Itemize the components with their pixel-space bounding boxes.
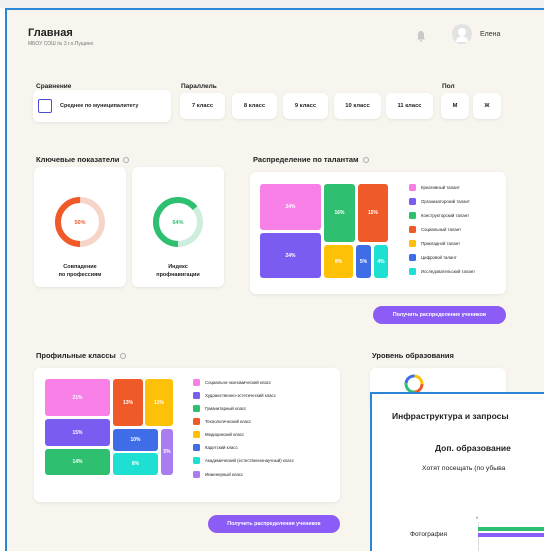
legend-item: Художественно-эстетический класс [193, 392, 276, 399]
indicator-card-match: 50% Совпадение по профессиям [34, 167, 126, 287]
class-tile-academic: 8% [113, 453, 158, 475]
gender-label: Пол [442, 83, 455, 90]
talent-tile-creative: 24% [260, 184, 321, 230]
legend-item: Исследовательский талант [409, 268, 475, 275]
grade-7-button[interactable]: 7 класс [180, 93, 225, 119]
browser-top-strip [0, 0, 544, 8]
popup-title: Инфраструктура и запросы [392, 411, 509, 421]
legend-item: Социально-экономический класс [193, 379, 271, 386]
legend-item: Академический (естественнонаучный) класс [193, 457, 294, 464]
legend-item: Кадетский класс [193, 444, 238, 451]
profile-classes-title: Профильные классы [36, 351, 126, 360]
class-tile-medical: 11% [145, 379, 173, 426]
talent-tile-constructor: 16% [324, 184, 355, 242]
talent-tile-applied: 8% [324, 245, 353, 278]
talents-card: 24% 24% 16% 15% 8% 5% 4% Креативный тала… [250, 172, 506, 294]
school-name: МБОУ СОШ № 3 г.о.Пущино [28, 41, 94, 47]
bar-green [478, 527, 544, 531]
row-label: Фотография [410, 531, 448, 538]
navigation-label: Индекс профнавигации [156, 264, 200, 278]
user-name[interactable]: Елена [480, 31, 500, 38]
legend-item: Организаторский талант [409, 198, 470, 205]
legend-item: Прикладной талант [409, 240, 460, 247]
class-tile-engineering: 5% [161, 429, 173, 475]
indicator-card-navigation: 64% Индекс профнавигации [132, 167, 224, 287]
info-icon[interactable] [123, 157, 130, 164]
class-tile-humanities: 14% [45, 449, 110, 475]
avatar[interactable] [452, 24, 472, 44]
grade-10-button[interactable]: 10 класс [334, 93, 381, 119]
legend-item: Цифровой талант [409, 254, 457, 261]
class-tile-cadet: 10% [113, 429, 158, 451]
navigation-donut: 64% [153, 197, 203, 247]
talent-tile-digital: 5% [356, 245, 371, 278]
popup-question: Хотят посещать (по убыва [422, 465, 506, 472]
page-title: Главная [28, 27, 73, 39]
class-tile-art: 15% [45, 419, 110, 446]
get-talent-distribution-button[interactable]: Получить распределение учеников [373, 306, 506, 324]
gender-f-button[interactable]: Ж [473, 93, 501, 119]
legend-item: Гуманитарный класс [193, 405, 246, 412]
class-tile-technology: 13% [113, 379, 143, 426]
talent-tile-social: 15% [358, 184, 388, 242]
legend-item: Креативный талант [409, 184, 460, 191]
popup-subtitle: Доп. образование [435, 443, 511, 453]
comparison-option-label: Среднее по муниципалитету [60, 103, 139, 109]
match-label: Совпадение по профессиям [58, 264, 102, 278]
legend-item: Инженерный класс [193, 471, 243, 478]
talent-tile-research: 4% [374, 245, 388, 278]
legend-item: Конструкторский талант [409, 212, 469, 219]
bar-purple [478, 533, 544, 537]
info-icon[interactable] [119, 353, 126, 360]
gender-m-button[interactable]: М [441, 93, 469, 119]
education-level-title: Уровень образования [372, 351, 454, 360]
key-indicators-title: Ключевые показатели [36, 155, 130, 164]
match-donut: 50% [55, 197, 105, 247]
infrastructure-popup: Инфраструктура и запросы Доп. образовани… [370, 392, 544, 551]
parallel-label: Параллель [181, 83, 217, 90]
grade-8-button[interactable]: 8 класс [232, 93, 277, 119]
comparison-label: Сравнение [36, 83, 72, 90]
profile-classes-card: 21% 15% 14% 13% 11% 10% 8% 5% Социально-… [34, 368, 340, 502]
legend-item: Социальный талант [409, 226, 461, 233]
navigation-value: 64% [172, 220, 183, 226]
axis-tick: 0 [476, 515, 479, 520]
match-value: 50% [74, 220, 85, 226]
info-icon[interactable] [362, 157, 369, 164]
grade-11-button[interactable]: 11 класс [386, 93, 433, 119]
checkbox-box[interactable] [38, 99, 52, 113]
class-tile-socio-economic: 21% [45, 379, 110, 416]
bell-icon[interactable] [416, 30, 426, 42]
talents-title: Распределение по талантам [253, 155, 369, 164]
legend-item: Медицинский класс [193, 431, 244, 438]
talent-tile-organizer: 24% [260, 233, 321, 278]
grade-9-button[interactable]: 9 класс [283, 93, 328, 119]
get-class-distribution-button[interactable]: Получить распределения учеников [208, 515, 340, 533]
comparison-checkbox[interactable]: Среднее по муниципалитету [33, 90, 171, 122]
legend-item: Технологический класс [193, 418, 251, 425]
